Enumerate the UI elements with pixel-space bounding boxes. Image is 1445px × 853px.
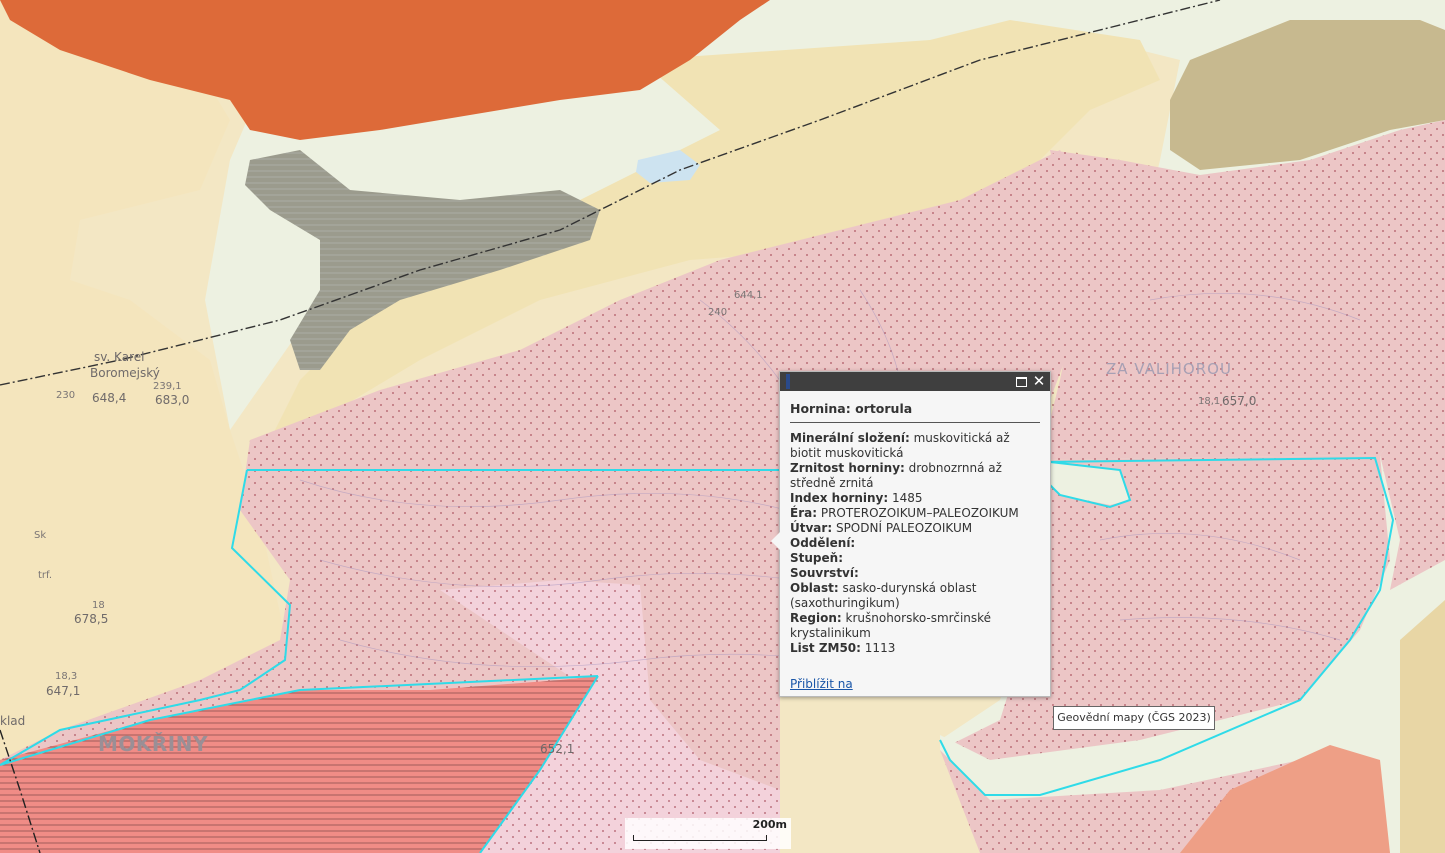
popup-attribute: Index horniny: 1485 [790, 491, 1040, 506]
attribute-label: Region: [790, 611, 842, 625]
maximize-icon[interactable] [1012, 372, 1030, 391]
scale-bar-label: 200m [752, 818, 787, 831]
attribute-value: 1485 [892, 491, 923, 505]
attribute-label: Souvrství: [790, 566, 859, 580]
attribute-value: SPODNÍ PALEOZOIKUM [835, 521, 973, 535]
zoom-to-link[interactable]: Přiblížit na [790, 677, 853, 691]
scale-bar: 200m [625, 818, 791, 849]
attribute-label: Zrnitost horniny: [790, 461, 905, 475]
popup-attribute: Region: krušnohorsko-smrčinské krystalin… [790, 611, 1040, 641]
popup-attribute: Zrnitost horniny: drobnozrnná až středně… [790, 461, 1040, 491]
popup-title: Hornina: ortorula [790, 401, 1040, 423]
attribute-label: Oblast: [790, 581, 839, 595]
close-icon[interactable]: ✕ [1030, 372, 1048, 391]
scale-bar-line [633, 835, 767, 841]
attribution: Geovědní mapy (ČGS 2023) [1053, 706, 1215, 730]
popup-attribute: Éra: PROTEROZOIKUM–PALEOZOIKUM [790, 506, 1040, 521]
popup-body: Hornina: ortorula Minerální složení: mus… [780, 391, 1050, 656]
attribute-value: PROTEROZOIKUM–PALEOZOIKUM [820, 506, 1019, 520]
attribute-list: Minerální složení: muskovitická až bioti… [790, 431, 1040, 656]
unit-olive-br [1400, 600, 1445, 853]
attribute-label: Útvar: [790, 521, 833, 535]
popup-attribute: Oddělení: [790, 536, 1040, 551]
popup-attribute: Stupeň: [790, 551, 1040, 566]
popup-pointer [771, 532, 780, 550]
attribute-label: Stupeň: [790, 551, 843, 565]
attribute-value: 1113 [864, 641, 896, 655]
popup-attribute: List ZM50: 1113 [790, 641, 1040, 656]
popup-titlebar: ✕ [780, 372, 1050, 391]
attribute-label: Éra: [790, 506, 818, 520]
popup-attribute: Minerální složení: muskovitická až bioti… [790, 431, 1040, 461]
geology-map[interactable] [0, 0, 1445, 853]
popup-attribute: Oblast: sasko-durynská oblast (saxothuri… [790, 581, 1040, 611]
popup-attribute: Útvar: SPODNÍ PALEOZOIKUM [790, 521, 1040, 536]
attribute-label: List ZM50: [790, 641, 861, 655]
popup-attribute: Souvrství: [790, 566, 1040, 581]
feature-popup[interactable]: ✕ Hornina: ortorula Minerální složení: m… [771, 371, 1051, 697]
popup-accent [786, 374, 790, 389]
attribute-label: Index horniny: [790, 491, 889, 505]
attribute-label: Oddělení: [790, 536, 856, 550]
attribute-label: Minerální složení: [790, 431, 910, 445]
